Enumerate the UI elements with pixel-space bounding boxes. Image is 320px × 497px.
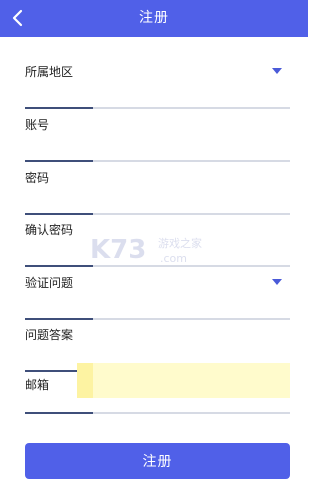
- field-underline-accent: [25, 107, 93, 109]
- field-underline: [25, 160, 290, 162]
- password-input[interactable]: [103, 163, 267, 195]
- svg-text:K73: K73: [90, 235, 146, 265]
- password-label: 密码: [25, 171, 50, 185]
- register-button[interactable]: 注册: [25, 443, 290, 479]
- account-label: 账号: [25, 118, 50, 132]
- account-field: 账号: [25, 110, 290, 162]
- security-question-select[interactable]: 验证问题: [25, 268, 290, 320]
- page-title: 注册: [139, 10, 169, 26]
- security-question-label: 验证问题: [25, 276, 74, 290]
- email-field: 邮箱: [25, 362, 290, 414]
- password-field: 密码: [25, 163, 290, 215]
- region-label: 所属地区: [25, 65, 74, 79]
- field-underline: [25, 412, 290, 414]
- region-select[interactable]: 所属地区: [25, 57, 290, 109]
- dropdown-arrow-icon[interactable]: [272, 279, 282, 285]
- field-underline-accent: [25, 412, 93, 414]
- field-underline-accent: [25, 160, 93, 162]
- dropdown-arrow-icon[interactable]: [272, 68, 282, 74]
- account-input[interactable]: [103, 110, 267, 142]
- email-highlight-handle: [77, 363, 93, 398]
- svg-text:游戏之家: 游戏之家: [158, 236, 202, 250]
- email-label: 邮箱: [25, 378, 50, 392]
- email-input[interactable]: [103, 367, 267, 399]
- svg-text:.com: .com: [160, 252, 187, 265]
- field-underline-accent: [25, 265, 93, 267]
- security-answer-input[interactable]: [103, 320, 267, 352]
- watermark-logo: K73 游戏之家 .com: [90, 232, 230, 268]
- security-answer-label: 问题答案: [25, 328, 74, 342]
- app-header: 注册: [0, 0, 308, 37]
- confirm-password-label: 确认密码: [25, 223, 74, 237]
- field-underline: [25, 107, 290, 109]
